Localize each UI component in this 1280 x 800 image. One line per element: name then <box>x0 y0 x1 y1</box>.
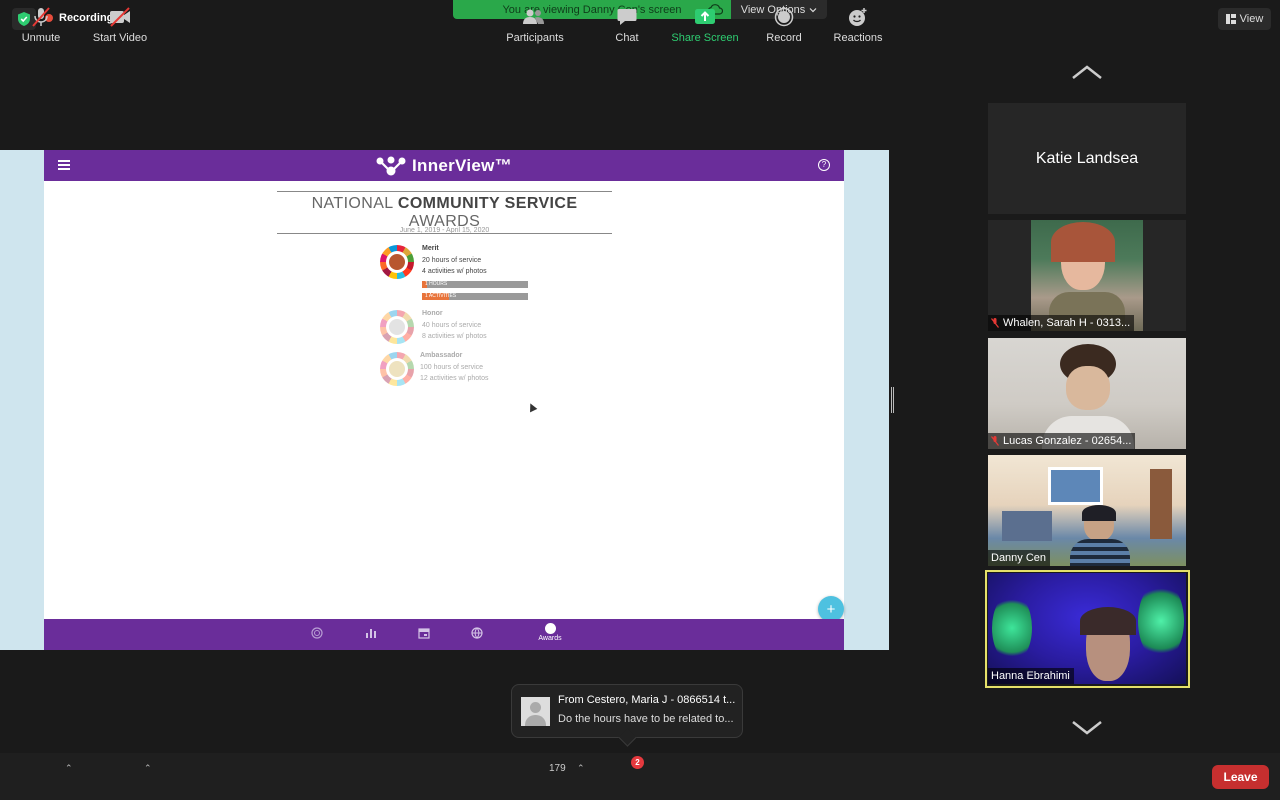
participant-tile-lucas[interactable]: Lucas Gonzalez - 02654... <box>988 338 1186 449</box>
title-part-bold: COMMUNITY SERVICE <box>397 195 578 212</box>
title-part-1: NATIONAL <box>311 195 393 212</box>
muted-mic-icon <box>991 318 999 328</box>
participants-label: Participants <box>506 32 564 44</box>
sdg-wheel-icon <box>380 352 414 386</box>
unmute-label: Unmute <box>21 32 61 44</box>
award-level-merit[interactable]: Merit 20 hours of service 4 activities w… <box>380 245 580 305</box>
audio-options-caret-icon[interactable]: ⌃ <box>65 763 73 774</box>
participants-icon <box>503 6 567 28</box>
record-icon <box>762 6 806 28</box>
award-star-icon <box>544 623 556 634</box>
participant-name: Whalen, Sarah H - 0313... <box>1003 317 1131 329</box>
hours-progress-label: 1 HOURS <box>425 281 448 287</box>
level-activities: 12 activities w/ photos <box>420 375 489 382</box>
innerview-app: InnerView™ ? NATIONAL COMMUNITY SERVICE … <box>44 150 844 650</box>
app-header: InnerView™ ? <box>44 150 844 181</box>
chat-unread-badge: 2 <box>631 756 644 769</box>
sdg-wheel-icon <box>380 245 414 279</box>
level-activities: 8 activities w/ photos <box>422 333 487 340</box>
reactions-button[interactable]: Reactions <box>830 6 886 44</box>
shared-screen: InnerView™ ? NATIONAL COMMUNITY SERVICE … <box>0 150 889 650</box>
participant-name: Katie Landsea <box>1035 149 1139 167</box>
scroll-up-chevron-icon[interactable] <box>1072 64 1102 80</box>
record-label: Record <box>766 32 802 44</box>
active-speaker-highlight <box>985 570 1190 688</box>
nav-awards-tab[interactable]: Awards <box>534 623 566 642</box>
nav-calendar-icon[interactable] <box>418 627 430 639</box>
innerview-logo: InnerView™ <box>376 156 512 176</box>
award-level-honor[interactable]: Honor 40 hours of service 8 activities w… <box>380 310 580 346</box>
chat-button[interactable]: Chat <box>607 6 647 44</box>
smiley-plus-icon <box>830 6 886 28</box>
share-screen-icon <box>668 6 742 28</box>
start-video-button[interactable]: Start Video <box>88 6 152 44</box>
participant-name-tag: Whalen, Sarah H - 0313... <box>988 315 1135 331</box>
chevron-down-icon <box>809 7 817 12</box>
chat-bubble-icon <box>607 6 647 28</box>
nav-chart-icon[interactable] <box>365 627 377 639</box>
level-name: Merit <box>422 245 439 252</box>
participant-name-tag: Lucas Gonzalez - 02654... <box>988 433 1136 449</box>
nav-globe-icon[interactable] <box>471 627 483 639</box>
nav-awards-label: Awards <box>538 635 562 642</box>
view-layout-button[interactable]: View <box>1218 8 1271 30</box>
chat-message-preview: Do the hours have to be related to... <box>558 713 734 725</box>
level-name: Ambassador <box>420 352 463 359</box>
award-level-ambassador[interactable]: Ambassador 100 hours of service 12 activ… <box>380 352 580 388</box>
video-off-icon <box>88 6 152 28</box>
participant-tile-danny[interactable]: Danny Cen <box>988 455 1186 566</box>
muted-mic-icon <box>991 436 999 446</box>
unmute-button[interactable]: Unmute <box>16 6 66 44</box>
level-hours: 40 hours of service <box>422 322 482 329</box>
reactions-label: Reactions <box>833 32 883 44</box>
level-activities: 4 activities w/ photos <box>422 268 487 275</box>
nav-fingerprint-icon[interactable] <box>311 627 323 639</box>
participant-tile-sarah[interactable]: Whalen, Sarah H - 0313... <box>988 220 1186 331</box>
view-label: View <box>1239 13 1264 25</box>
level-hours: 20 hours of service <box>422 257 482 264</box>
hamburger-menu-icon[interactable] <box>58 160 70 170</box>
participants-button[interactable]: Participants <box>503 6 567 44</box>
mic-muted-icon <box>16 6 66 28</box>
level-name: Honor <box>422 310 443 317</box>
participant-name: Danny Cen <box>991 552 1047 564</box>
split-view-handle[interactable] <box>891 387 894 413</box>
record-button[interactable]: Record <box>762 6 806 44</box>
hours-progress-bar: 1 HOURS <box>422 281 528 288</box>
app-bottom-nav: Awards <box>44 619 844 650</box>
logo-text: InnerView™ <box>412 155 512 175</box>
participants-caret-icon[interactable]: ⌃ <box>577 763 585 774</box>
sender-avatar <box>521 697 550 726</box>
innerview-logo-icon <box>376 156 406 175</box>
mouse-cursor-icon <box>526 401 538 413</box>
participant-name: Lucas Gonzalez - 02654... <box>1003 435 1132 447</box>
sdg-wheel-icon <box>380 310 414 344</box>
chat-sender: From Cestero, Maria J - 0866514 t... <box>558 694 736 706</box>
chat-notification[interactable]: From Cestero, Maria J - 0866514 t... Do … <box>511 684 743 738</box>
scroll-down-chevron-icon[interactable] <box>1072 720 1102 736</box>
help-icon[interactable]: ? <box>818 159 830 171</box>
start-video-label: Start Video <box>92 32 148 44</box>
level-hours: 100 hours of service <box>420 364 484 371</box>
activities-progress-bar: 1 ACTIVITIES <box>422 293 528 300</box>
leave-button[interactable]: Leave <box>1212 765 1269 789</box>
participant-name-tag: Danny Cen <box>988 550 1051 566</box>
layout-icon <box>1225 14 1236 24</box>
chat-label: Chat <box>615 32 639 44</box>
date-range: June 1, 2019 - April 15, 2020 <box>399 227 490 234</box>
video-options-caret-icon[interactable]: ⌃ <box>144 763 152 774</box>
participant-tile-katie[interactable]: Katie Landsea <box>988 103 1186 214</box>
share-screen-label: Share Screen <box>671 32 739 44</box>
activities-progress-label: 1 ACTIVITIES <box>425 293 457 299</box>
share-screen-button[interactable]: Share Screen <box>668 6 742 44</box>
participants-count: 179 <box>549 763 566 774</box>
